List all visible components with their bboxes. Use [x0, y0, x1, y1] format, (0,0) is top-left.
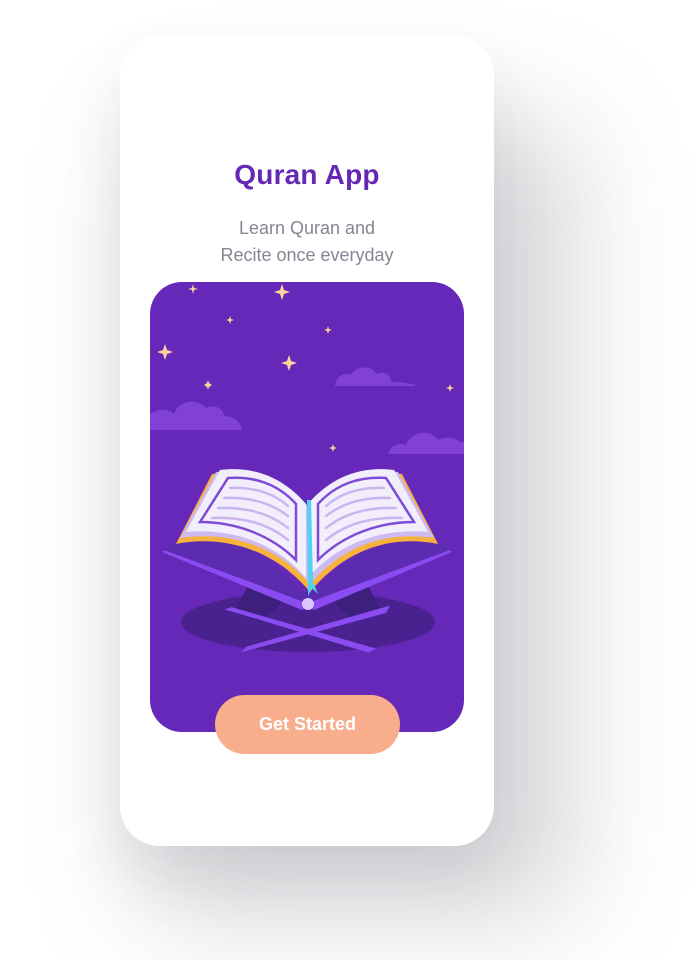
- cloud-icon: [388, 432, 464, 454]
- phone-frame: Quran App Learn Quran and Recite once ev…: [120, 35, 494, 846]
- get-started-button[interactable]: Get Started: [215, 695, 400, 754]
- screen: Quran App Learn Quran and Recite once ev…: [0, 0, 694, 960]
- app-subtitle: Learn Quran and Recite once everyday: [120, 215, 494, 269]
- subtitle-line-2: Recite once everyday: [220, 245, 394, 265]
- star-icon: [204, 380, 212, 390]
- star-icon: [274, 284, 290, 300]
- star-icon: [157, 344, 173, 360]
- star-icon: [226, 316, 234, 324]
- clouds: [150, 367, 464, 454]
- star-icon: [329, 444, 337, 452]
- open-quran-icon: [176, 469, 438, 596]
- cloud-icon: [335, 367, 416, 386]
- hero-illustration: [150, 282, 464, 732]
- star-icon: [188, 284, 198, 294]
- app-title: Quran App: [234, 159, 380, 190]
- subtitle-line-1: Learn Quran and: [238, 218, 376, 238]
- cloud-icon: [150, 401, 242, 430]
- star-icon: [446, 384, 454, 392]
- star-icon: [281, 355, 297, 371]
- star-icon: [324, 326, 332, 334]
